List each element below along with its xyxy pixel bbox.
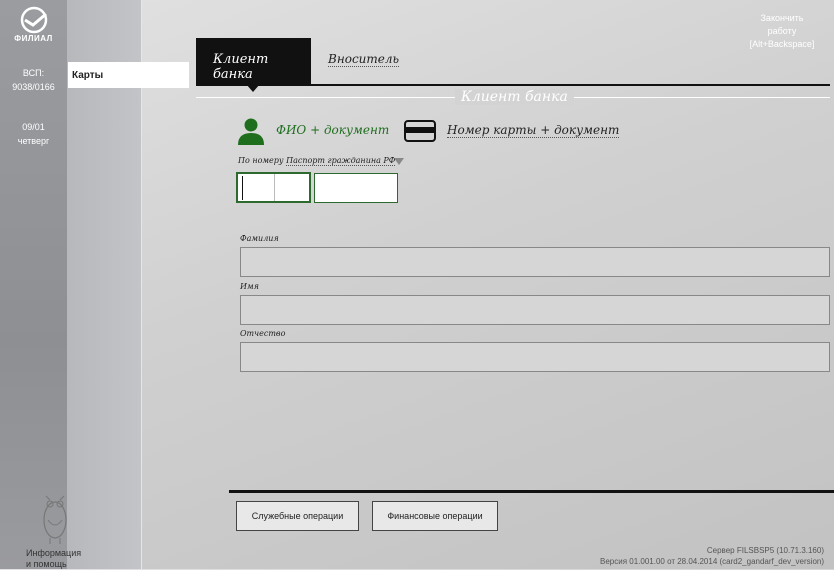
passport-number-input[interactable] — [314, 173, 398, 203]
service-operations-button[interactable]: Служебные операции — [236, 501, 359, 531]
left-sidebar: ФИЛИАЛ ВСП: 9038/0166 09/01 четверг — [0, 0, 68, 569]
vsp-value: 9038/0166 — [12, 82, 55, 92]
section-title: Клиент банка — [455, 89, 574, 105]
document-type-prefix: По номеру — [238, 156, 284, 165]
tab-bank-client[interactable]: Клиент банка — [196, 38, 311, 84]
server-address: Сервер FILSBSP5 (10.71.3.160) — [706, 546, 824, 555]
help-label-line2: и помощь — [26, 559, 67, 569]
document-type-selector[interactable]: По номеру Паспорт гражданина РФ — [238, 156, 396, 166]
branch-label: ФИЛИАЛ — [14, 34, 53, 43]
app-version: Версия 01.001.00 от 28.04.2014 (card2_ga… — [600, 557, 824, 566]
surname-input[interactable] — [240, 247, 830, 277]
end-session-button[interactable]: Закончить работу [Alt+Backspace] — [742, 12, 822, 51]
end-session-shortcut: [Alt+Backspace] — [749, 39, 815, 49]
name-label: Имя — [240, 282, 259, 291]
financial-operations-button[interactable]: Финансовые операции — [372, 501, 498, 531]
end-session-line2: работу — [767, 26, 797, 36]
document-type-value: Паспорт гражданина РФ — [286, 156, 396, 166]
bottom-divider — [229, 490, 834, 493]
search-mode-card-label: Номер карты + документ — [447, 123, 620, 138]
tab-depositor[interactable]: Вноситель — [328, 52, 400, 67]
surname-label: Фамилия — [240, 234, 279, 243]
current-weekday: четверг — [17, 136, 50, 146]
bank-card-icon — [404, 120, 436, 142]
owl-help-icon[interactable] — [38, 490, 72, 546]
help-link[interactable]: Информация и помощь — [26, 548, 96, 570]
tabs-divider — [196, 84, 830, 86]
person-icon — [238, 118, 264, 145]
patronymic-label: Отчество — [240, 329, 286, 338]
chevron-down-icon[interactable] — [394, 158, 404, 165]
vsp-label: ВСП: — [22, 68, 45, 78]
patronymic-input[interactable] — [240, 342, 830, 372]
name-input[interactable] — [240, 295, 830, 325]
current-date: 09/01 — [22, 122, 45, 132]
end-session-line1: Закончить — [760, 13, 804, 23]
text-cursor — [242, 176, 243, 200]
passport-series-divider — [274, 174, 275, 201]
server-info: Сервер FILSBSP5 (10.71.3.160) Версия 01.… — [600, 545, 824, 567]
menu-item-cards[interactable]: Карты — [68, 62, 189, 88]
help-label-line1: Информация — [26, 548, 82, 558]
search-mode-fio-label: ФИО + документ — [276, 123, 390, 137]
